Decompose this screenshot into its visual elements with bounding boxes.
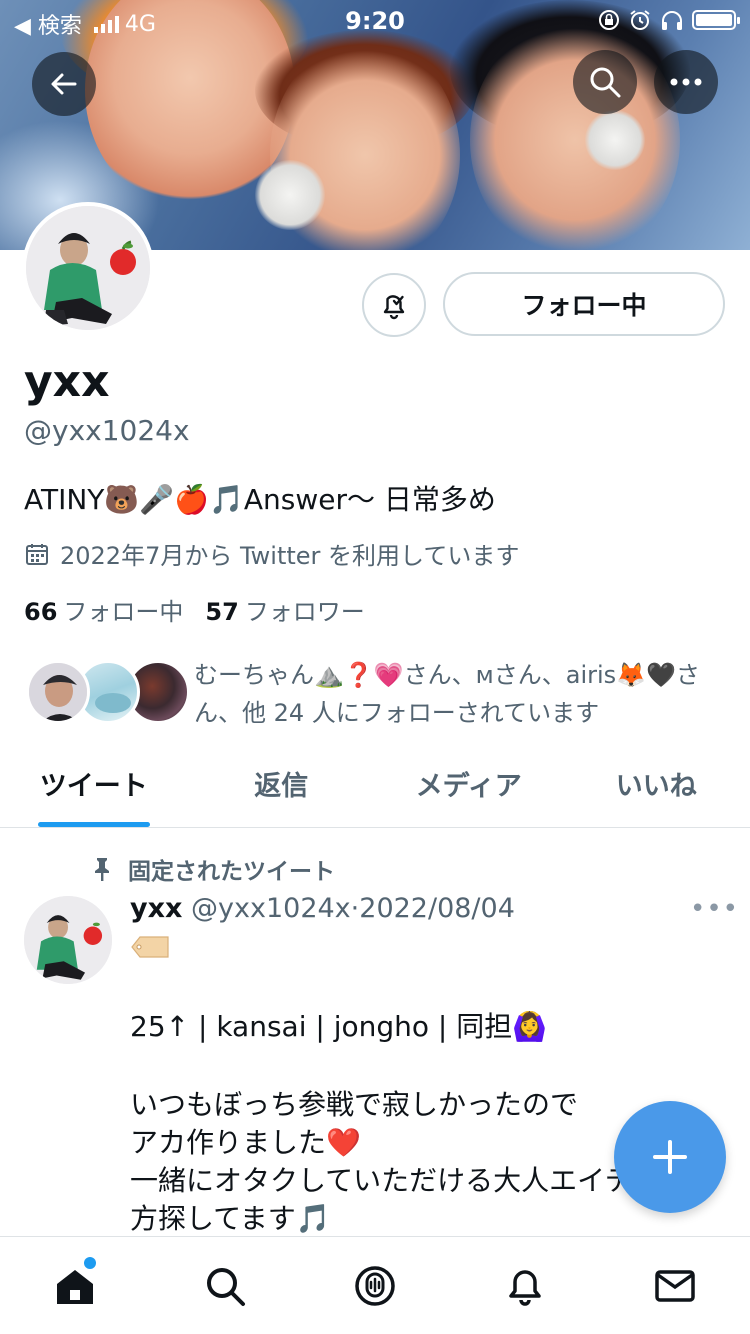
back-button[interactable]: [32, 52, 96, 116]
tweet-date: 2022/08/04: [359, 893, 515, 924]
notifications-icon: [509, 1269, 541, 1306]
nav-notifications[interactable]: [450, 1237, 600, 1334]
profile-tabs: ツイート 返信 メディア いいね: [0, 740, 750, 828]
tweet-line: 方探してます🎵: [130, 1202, 331, 1235]
profile-bio: ATINY🐻🎤🍎🎵Answer〜 日常多め: [24, 483, 496, 516]
new-content-dot: [84, 1257, 96, 1269]
tweet-line: アカ作りました❤️: [130, 1126, 361, 1159]
tweet-line: 25↑ | kansai | jongho | 同担🙆‍♀️: [130, 1010, 548, 1043]
followers-link[interactable]: 57 フォロワー: [205, 592, 364, 627]
nav-search[interactable]: [150, 1237, 300, 1334]
calendar-icon: [26, 543, 48, 565]
bell-icon: [383, 295, 405, 320]
search-icon: [207, 1267, 245, 1306]
avatar-image: [26, 206, 150, 330]
nav-messages[interactable]: [600, 1237, 750, 1334]
profile-avatar[interactable]: [22, 202, 154, 334]
followers-count: 57: [205, 598, 239, 626]
nav-home[interactable]: [0, 1237, 150, 1334]
tab-media[interactable]: メディア: [375, 740, 563, 827]
notifications-toggle-button[interactable]: [362, 273, 426, 337]
profile-handle: @yxx1024x: [24, 414, 190, 447]
nav-spaces[interactable]: [300, 1237, 450, 1334]
alarm-icon: [630, 10, 650, 30]
tweet-text: 25↑ | kansai | jongho | 同担🙆‍♀️ いつもぼっち参戦で…: [130, 1008, 659, 1238]
follow-counts: 66 フォロー中 57 フォロワー: [24, 592, 365, 627]
battery-icon: [692, 10, 740, 30]
search-icon: [590, 67, 621, 98]
search-button[interactable]: [573, 50, 637, 114]
messages-icon: [655, 1269, 695, 1302]
tweet-author-avatar[interactable]: [24, 896, 112, 984]
tweet-author-name[interactable]: yxx: [130, 893, 182, 924]
tab-likes[interactable]: いいね: [563, 740, 750, 827]
avatar-image: [24, 896, 112, 984]
known-follower-avatar: [26, 660, 90, 724]
following-link[interactable]: 66 フォロー中: [24, 592, 183, 627]
tweet-line: 一緒にオタクしていただける大人エイティ: [130, 1164, 659, 1197]
status-bar: ◀ 検索 4G 9:20: [0, 0, 750, 40]
plus-icon: [653, 1140, 687, 1174]
pinned-tweet-label: 固定されたツイート: [90, 852, 335, 886]
label-tag-icon: [131, 936, 169, 958]
arrow-left-icon: [51, 73, 77, 95]
known-followers-text: むーちゃん⛰️❓💗さん、ᴍさん、airis🦊🖤さん、他 24 人にフォローされて…: [194, 661, 700, 727]
tweet-header: yxx @yxx1024x·2022/08/04: [130, 893, 515, 924]
headphones-icon: [662, 11, 682, 30]
more-options-button[interactable]: [654, 50, 718, 114]
more-icon: [670, 78, 702, 86]
tag-emoji: [130, 934, 170, 964]
joined-text: 2022年7月から Twitter を利用しています: [60, 542, 520, 570]
following-button[interactable]: フォロー中: [443, 272, 725, 336]
followers-you-know[interactable]: むーちゃん⛰️❓💗さん、ᴍさん、airis🦊🖤さん、他 24 人にフォローされて…: [26, 656, 726, 728]
following-count: 66: [24, 598, 58, 626]
pin-icon: [95, 858, 109, 881]
tab-replies[interactable]: 返信: [188, 740, 376, 827]
home-icon: [57, 1269, 93, 1304]
bottom-navigation: [0, 1236, 750, 1334]
tweet-author-handle: @yxx1024x: [191, 893, 351, 924]
joined-date: 2022年7月から Twitter を利用しています: [24, 536, 519, 571]
spaces-icon: [355, 1265, 395, 1306]
orientation-lock-icon: [599, 10, 619, 30]
compose-tweet-button[interactable]: [614, 1101, 726, 1213]
tab-tweets[interactable]: ツイート: [0, 740, 188, 827]
tweet-more-button[interactable]: •••: [690, 894, 739, 924]
display-name: yxx: [24, 356, 110, 407]
tweet-line: いつもぼっち参戦で寂しかったので: [130, 1088, 579, 1121]
